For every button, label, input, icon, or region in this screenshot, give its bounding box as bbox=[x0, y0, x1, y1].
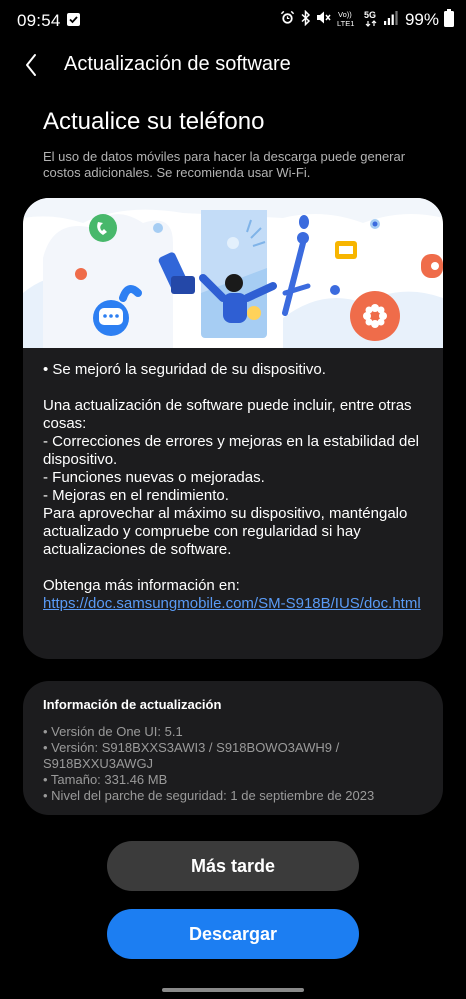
svg-text:5G: 5G bbox=[364, 10, 376, 20]
info-line: • Tamaño: 331.46 MB bbox=[43, 772, 168, 787]
status-icons: Vo)) LTE1 5G 99% bbox=[280, 8, 454, 32]
status-bar: 09:54 Vo)) LTE1 5G 99% bbox=[0, 0, 466, 40]
info-list: • Versión de One UI: 5.1 • Versión: S918… bbox=[43, 724, 428, 804]
info-line: • Versión: S918BXXS3AWI3 / S918BOWO3AWH9… bbox=[43, 740, 340, 771]
more-info-label: Obtenga más información en: bbox=[43, 577, 240, 594]
data-warning-text: El uso de datos móviles para hacer la de… bbox=[43, 149, 406, 180]
svg-text:LTE1: LTE1 bbox=[337, 19, 354, 27]
update-details-card: • Se mejoró la seguridad de su dispositi… bbox=[23, 198, 443, 659]
svg-text:Vo)): Vo)) bbox=[338, 10, 352, 19]
app-bar: Actualización de software bbox=[0, 46, 466, 86]
battery-percent: 99% bbox=[404, 10, 439, 29]
chevron-left-icon bbox=[26, 54, 36, 76]
update-info-card: Información de actualización • Versión d… bbox=[23, 681, 443, 815]
update-item: - Correcciones de errores y mejoras en l… bbox=[43, 433, 420, 468]
bluetooth-icon bbox=[300, 9, 311, 31]
more-info-link[interactable]: https://doc.samsungmobile.com/SM-S918B/I… bbox=[43, 595, 421, 612]
software-update-illustration bbox=[23, 198, 443, 348]
mute-icon bbox=[316, 10, 332, 30]
download-button[interactable]: Descargar bbox=[107, 909, 359, 959]
home-indicator[interactable] bbox=[162, 988, 304, 992]
app-title: Actualización de software bbox=[64, 53, 291, 75]
update-intro: Una actualización de software puede incl… bbox=[43, 397, 412, 432]
signal-icon bbox=[383, 10, 398, 30]
update-item: - Funciones nuevas o mejoradas. bbox=[43, 469, 265, 486]
info-line: • Versión de One UI: 5.1 bbox=[43, 724, 183, 739]
later-button[interactable]: Más tarde bbox=[107, 841, 359, 891]
update-item: - Mejoras en el rendimiento. bbox=[43, 487, 229, 504]
battery-icon bbox=[444, 8, 454, 32]
info-card-title: Información de actualización bbox=[43, 697, 222, 712]
5g-icon: 5G bbox=[364, 9, 379, 32]
update-advice: Para aprovechar al máximo su dispositivo… bbox=[43, 505, 408, 558]
notification-check-icon bbox=[67, 13, 80, 26]
alarm-icon bbox=[280, 10, 295, 30]
back-button[interactable] bbox=[16, 48, 50, 82]
info-line: • Nivel del parche de seguridad: 1 de se… bbox=[43, 788, 375, 803]
security-note: • Se mejoró la seguridad de su dispositi… bbox=[43, 361, 326, 378]
software-update-screen: 09:54 Vo)) LTE1 5G 99% Actualización de … bbox=[0, 0, 466, 999]
page-heading: Actualice su teléfono bbox=[43, 108, 265, 135]
volte-icon: Vo)) LTE1 bbox=[337, 9, 359, 32]
update-description: • Se mejoró la seguridad de su dispositi… bbox=[43, 361, 428, 613]
status-time: 09:54 bbox=[17, 11, 61, 30]
